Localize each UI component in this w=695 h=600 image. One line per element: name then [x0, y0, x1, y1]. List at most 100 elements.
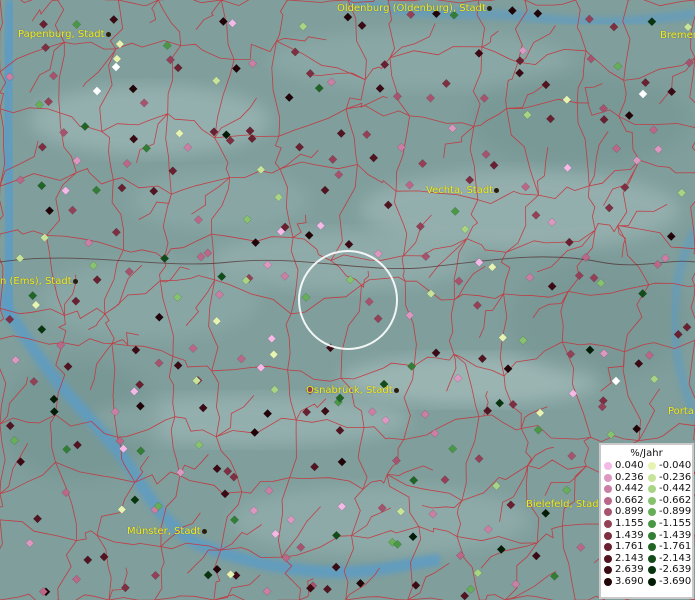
station-marker[interactable]	[316, 221, 326, 231]
station-marker[interactable]	[576, 542, 586, 552]
station-marker[interactable]	[666, 231, 676, 241]
station-marker[interactable]	[563, 163, 573, 173]
station-marker[interactable]	[357, 20, 367, 31]
station-marker[interactable]	[130, 495, 140, 505]
station-marker[interactable]	[373, 314, 383, 324]
station-marker[interactable]	[38, 19, 49, 29]
station-marker[interactable]	[212, 564, 222, 574]
station-marker[interactable]	[586, 54, 596, 64]
station-marker[interactable]	[248, 58, 258, 69]
map-view[interactable]: Oldenburg (Oldenburg), Stadt Papenburg, S…	[0, 0, 695, 600]
station-marker[interactable]	[220, 489, 230, 499]
station-marker[interactable]	[660, 253, 670, 263]
station-marker[interactable]	[269, 349, 279, 360]
station-marker[interactable]	[83, 555, 93, 565]
station-marker[interactable]	[267, 334, 277, 344]
station-marker[interactable]	[165, 55, 176, 65]
station-marker[interactable]	[597, 402, 607, 412]
station-marker[interactable]	[440, 475, 450, 485]
station-marker[interactable]	[231, 63, 241, 74]
station-marker[interactable]	[37, 142, 47, 152]
station-marker[interactable]	[37, 181, 47, 191]
station-marker[interactable]	[473, 568, 483, 578]
station-marker[interactable]	[472, 300, 482, 310]
station-marker[interactable]	[227, 18, 238, 28]
station-marker[interactable]	[364, 297, 374, 307]
map-canvas[interactable]	[0, 0, 695, 600]
station-marker[interactable]	[15, 175, 25, 185]
station-marker[interactable]	[45, 206, 55, 216]
station-marker[interactable]	[188, 343, 198, 353]
station-marker[interactable]	[531, 551, 541, 561]
station-marker[interactable]	[212, 464, 222, 474]
station-marker[interactable]	[455, 550, 465, 561]
station-marker[interactable]	[49, 71, 59, 81]
station-marker[interactable]	[677, 188, 687, 198]
station-marker[interactable]	[448, 444, 458, 454]
station-marker[interactable]	[15, 253, 25, 263]
station-marker[interactable]	[420, 409, 430, 419]
station-marker[interactable]	[567, 451, 577, 461]
station-marker[interactable]	[369, 153, 379, 163]
station-marker[interactable]	[264, 486, 274, 496]
station-marker[interactable]	[411, 580, 421, 590]
station-marker[interactable]	[173, 63, 183, 73]
station-marker[interactable]	[67, 205, 78, 215]
station-marker[interactable]	[409, 475, 419, 485]
station-marker[interactable]	[426, 289, 436, 299]
station-marker[interactable]	[391, 456, 401, 466]
station-marker[interactable]	[418, 159, 428, 169]
station-marker[interactable]	[653, 259, 663, 269]
station-marker[interactable]	[392, 91, 402, 101]
station-marker[interactable]	[337, 457, 347, 467]
station-marker[interactable]	[496, 544, 506, 554]
station-marker[interactable]	[122, 158, 132, 169]
station-marker[interactable]	[301, 292, 311, 302]
station-marker[interactable]	[474, 257, 484, 267]
station-marker[interactable]	[203, 248, 213, 258]
station-marker[interactable]	[606, 430, 616, 440]
station-marker[interactable]	[28, 291, 38, 301]
station-marker[interactable]	[613, 61, 623, 71]
station-marker[interactable]	[396, 142, 406, 152]
station-marker[interactable]	[150, 570, 161, 580]
station-marker[interactable]	[562, 485, 572, 495]
station-marker[interactable]	[196, 252, 206, 262]
station-marker[interactable]	[111, 62, 121, 72]
station-marker[interactable]	[61, 186, 71, 196]
station-marker[interactable]	[256, 363, 266, 373]
station-marker[interactable]	[541, 508, 551, 518]
station-marker[interactable]	[320, 185, 330, 195]
station-marker[interactable]	[37, 324, 47, 334]
station-marker[interactable]	[511, 579, 521, 589]
station-marker[interactable]	[31, 300, 41, 310]
station-marker[interactable]	[474, 454, 484, 464]
station-marker[interactable]	[481, 149, 491, 159]
station-marker[interactable]	[211, 76, 221, 86]
station-marker[interactable]	[120, 583, 130, 593]
station-marker[interactable]	[56, 340, 66, 350]
station-marker[interactable]	[498, 333, 508, 343]
station-marker[interactable]	[684, 58, 695, 68]
station-marker[interactable]	[362, 130, 372, 140]
station-marker[interactable]	[112, 54, 122, 64]
station-marker[interactable]	[72, 19, 82, 30]
station-marker[interactable]	[236, 354, 246, 364]
station-marker[interactable]	[91, 185, 102, 195]
station-marker[interactable]	[270, 385, 280, 395]
station-marker[interactable]	[284, 92, 294, 103]
station-marker[interactable]	[111, 227, 121, 237]
station-marker[interactable]	[454, 276, 464, 286]
station-marker[interactable]	[310, 462, 320, 472]
station-marker[interactable]	[343, 12, 353, 22]
station-marker[interactable]	[203, 570, 213, 580]
station-marker[interactable]	[314, 83, 324, 93]
station-marker[interactable]	[175, 467, 186, 477]
station-marker[interactable]	[109, 14, 119, 25]
station-marker[interactable]	[25, 538, 35, 548]
station-marker[interactable]	[447, 123, 458, 133]
station-marker[interactable]	[298, 21, 308, 31]
station-marker[interactable]	[334, 170, 344, 180]
station-marker[interactable]	[11, 355, 21, 365]
station-marker[interactable]	[256, 165, 266, 175]
